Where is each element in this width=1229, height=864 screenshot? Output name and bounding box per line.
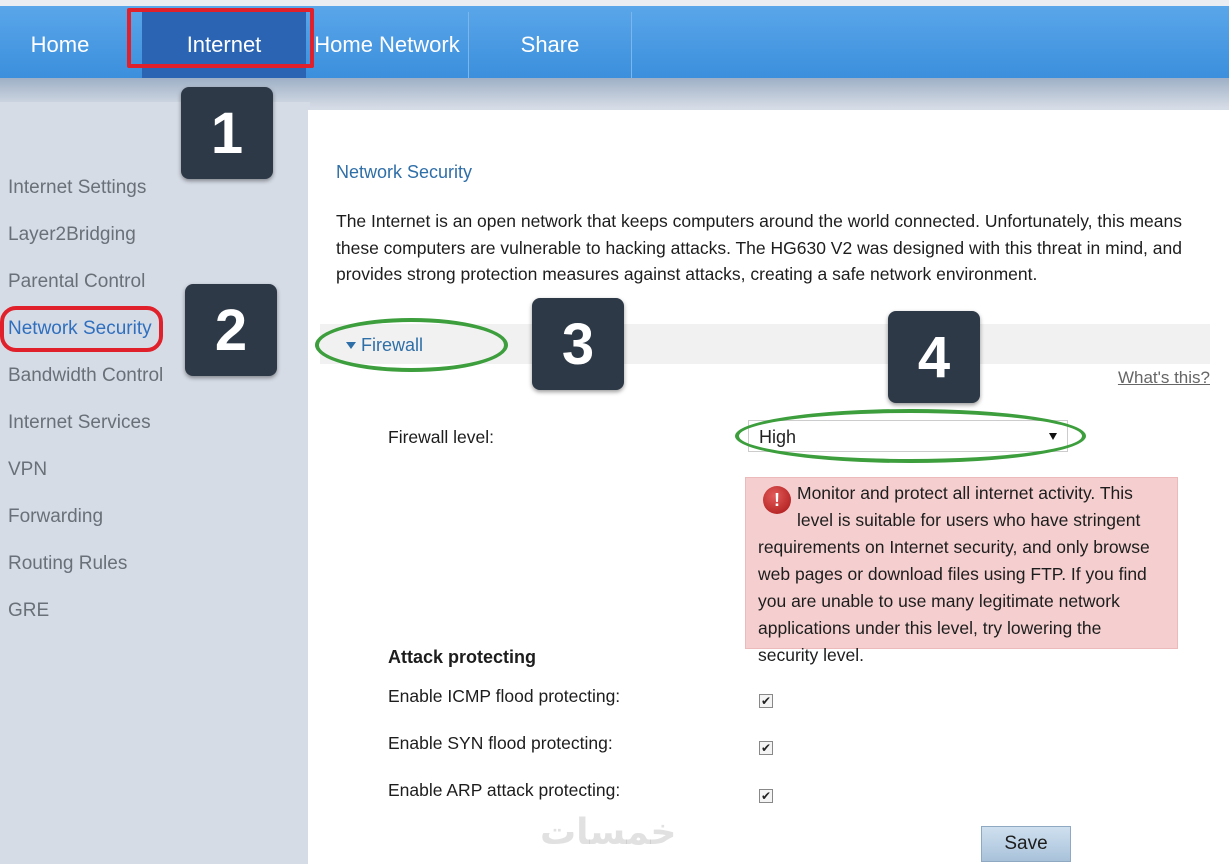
syn-flood-label: Enable SYN flood protecting: (388, 733, 613, 753)
network-security-highlight (0, 306, 163, 352)
page-title: Network Security (336, 162, 473, 182)
alert-icon: ! (763, 486, 791, 514)
nav-share[interactable]: Share (469, 12, 631, 78)
warning-text: Monitor and protect all internet activit… (758, 483, 1150, 665)
sidebar-item-vpn[interactable]: VPN (8, 459, 47, 481)
sidebar-item-layer2bridging[interactable]: Layer2Bridging (8, 224, 136, 246)
sidebar: Internet Settings Layer2Bridging Parenta… (0, 102, 310, 864)
icmp-flood-label: Enable ICMP flood protecting: (388, 686, 621, 706)
step-badge-3: 3 (532, 298, 624, 390)
step-badge-1: 1 (181, 87, 273, 179)
firewall-level-label: Firewall level: (388, 427, 494, 447)
firewall-level-highlight (735, 409, 1086, 463)
whats-this-link[interactable]: What's this? (1118, 368, 1210, 388)
nav-share-label: Share (520, 32, 580, 57)
sidebar-item-forwarding[interactable]: Forwarding (8, 506, 103, 528)
arp-attack-checkbox[interactable]: ✔ (759, 789, 773, 803)
icmp-flood-checkbox[interactable]: ✔ (759, 694, 773, 708)
sidebar-item-gre[interactable]: GRE (8, 600, 49, 622)
sidebar-item-internet-services[interactable]: Internet Services (8, 412, 151, 434)
arp-attack-label: Enable ARP attack protecting: (388, 780, 621, 800)
intro-text: The Internet is an open network that kee… (336, 211, 1182, 284)
firewall-highlight (315, 318, 508, 372)
nav-home-network-label: Home Network (314, 32, 460, 57)
sidebar-item-parental-control[interactable]: Parental Control (8, 271, 145, 293)
internet-tab-highlight (127, 8, 314, 68)
step-badge-4: 4 (888, 311, 980, 403)
nav-home-label: Home (30, 32, 90, 57)
sidebar-item-routing-rules[interactable]: Routing Rules (8, 553, 127, 575)
firewall-level-description: ! Monitor and protect all internet activ… (745, 477, 1178, 665)
nav-separator (631, 12, 632, 78)
nav-home-network[interactable]: Home Network (306, 12, 468, 78)
step-badge-2: 2 (185, 284, 277, 376)
save-button[interactable]: Save (981, 826, 1071, 862)
nav-home[interactable]: Home (0, 12, 120, 78)
main-content: Network Security The Internet is an open… (308, 110, 1229, 864)
syn-flood-checkbox[interactable]: ✔ (759, 741, 773, 755)
sidebar-item-internet-settings[interactable]: Internet Settings (8, 177, 146, 199)
watermark: خمسات (540, 812, 677, 853)
sidebar-item-bandwidth-control[interactable]: Bandwidth Control (8, 365, 163, 387)
attack-protecting-heading: Attack protecting (388, 647, 537, 667)
